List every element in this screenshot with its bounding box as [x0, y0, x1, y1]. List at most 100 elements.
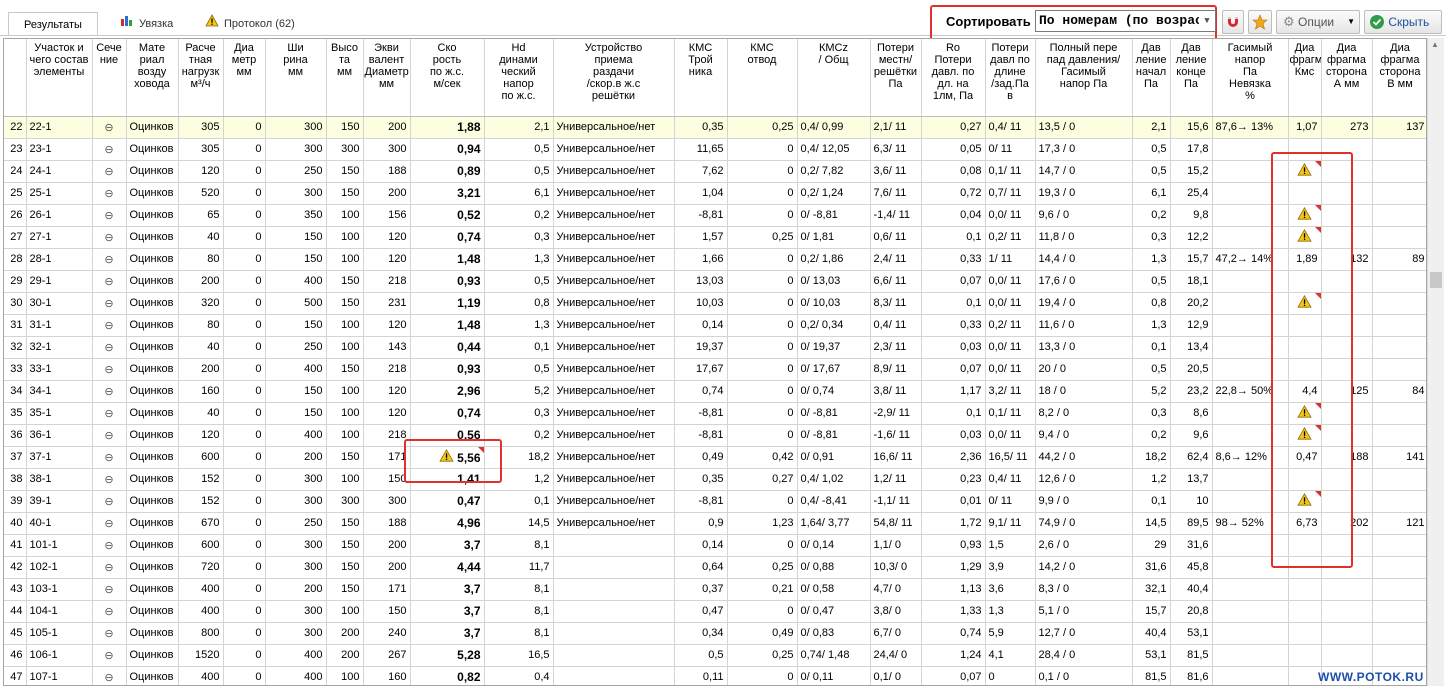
table-cell[interactable]: 1,89: [1288, 248, 1322, 271]
table-cell[interactable]: ⊖: [92, 490, 127, 513]
table-cell[interactable]: 100: [326, 424, 364, 447]
table-cell[interactable]: Оцинков: [126, 644, 179, 667]
table-cell[interactable]: 0,47: [410, 490, 485, 513]
scroll-up-icon[interactable]: ▲: [1431, 40, 1439, 49]
table-cell[interactable]: [1372, 644, 1426, 667]
table-cell[interactable]: Оцинков: [126, 600, 179, 623]
column-header[interactable]: Дав ление начал Па: [1132, 39, 1171, 117]
table-row[interactable]: 32 32-1 ⊖ Оцинков 40 0 250 100 143 0,44 0,1 Универс…: [4, 336, 1426, 359]
table-cell[interactable]: [553, 600, 675, 623]
table-cell[interactable]: Универсальное/нет: [553, 336, 675, 359]
table-cell[interactable]: [1372, 468, 1426, 491]
table-cell[interactable]: 800: [178, 622, 224, 645]
table-cell[interactable]: 0/ 0,91: [797, 446, 871, 469]
table-cell[interactable]: [1288, 468, 1322, 491]
table-cell[interactable]: [1321, 182, 1373, 205]
table-cell[interactable]: ⊖: [92, 556, 127, 579]
table-cell[interactable]: Универсальное/нет: [553, 270, 675, 293]
table-cell[interactable]: 32,1: [1132, 578, 1171, 601]
table-cell[interactable]: 0,2/ 0,34: [797, 314, 871, 337]
table-cell[interactable]: [1372, 292, 1426, 315]
table-cell[interactable]: 150: [326, 556, 364, 579]
table-cell[interactable]: 0,64: [674, 556, 728, 579]
table-cell[interactable]: 89: [1372, 248, 1426, 271]
table-cell[interactable]: 23,2: [1170, 380, 1213, 403]
table-cell[interactable]: [1372, 314, 1426, 337]
table-cell[interactable]: 29: [1132, 534, 1171, 557]
column-header[interactable]: Диа фрагма Кмс: [1288, 39, 1322, 117]
table-cell[interactable]: ⊖: [92, 292, 127, 315]
table-cell[interactable]: 7,62: [674, 160, 728, 183]
tab-linking[interactable]: Увязка: [110, 12, 183, 36]
table-cell[interactable]: 100: [326, 204, 364, 227]
table-cell[interactable]: 0/ -8,81: [797, 402, 871, 425]
table-cell[interactable]: 0,2: [484, 424, 554, 447]
table-cell[interactable]: 0: [727, 358, 798, 381]
table-row[interactable]: 40 40-1 ⊖ Оцинков 670 0 250 150 188 4,96 14,5 Униве…: [4, 512, 1426, 535]
table-cell[interactable]: [1212, 490, 1289, 513]
table-cell[interactable]: 300: [265, 622, 327, 645]
table-cell[interactable]: 150: [326, 182, 364, 205]
table-cell[interactable]: 26: [4, 204, 27, 227]
table-cell[interactable]: [1212, 270, 1289, 293]
table-cell[interactable]: [553, 666, 675, 685]
table-cell[interactable]: 171: [363, 446, 411, 469]
table-cell[interactable]: [1288, 490, 1322, 513]
table-cell[interactable]: 350: [265, 204, 327, 227]
table-cell[interactable]: 0,5: [1132, 160, 1171, 183]
table-cell[interactable]: 4,44: [410, 556, 485, 579]
table-cell[interactable]: 101-1: [26, 534, 93, 557]
table-row[interactable]: 35 35-1 ⊖ Оцинков 40 0 150 100 120 0,74 0,3 Универс…: [4, 402, 1426, 425]
table-row[interactable]: 27 27-1 ⊖ Оцинков 40 0 150 100 120 0,74 0,3 Универс…: [4, 226, 1426, 249]
table-cell[interactable]: 0,74: [674, 380, 728, 403]
table-cell[interactable]: [1372, 578, 1426, 601]
table-cell[interactable]: [1288, 402, 1322, 425]
table-cell[interactable]: 200: [363, 116, 411, 139]
table-cell[interactable]: 53,1: [1170, 622, 1213, 645]
table-cell[interactable]: 0,0/ 11: [985, 292, 1036, 315]
table-cell[interactable]: 36: [4, 424, 27, 447]
table-cell[interactable]: 0,5: [1132, 138, 1171, 161]
table-cell[interactable]: 9,4 / 0: [1035, 424, 1133, 447]
table-cell[interactable]: 0: [223, 292, 266, 315]
table-cell[interactable]: 1,72: [921, 512, 986, 535]
table-cell[interactable]: 3,9: [985, 556, 1036, 579]
table-cell[interactable]: 0,4/ 11: [985, 116, 1036, 139]
table-cell[interactable]: 0,1/ 11: [985, 160, 1036, 183]
column-header[interactable]: Ro Потери давл. по дл. на 1лм, Па: [921, 39, 986, 117]
table-cell[interactable]: [1321, 160, 1373, 183]
column-header[interactable]: Диа фрагма сторона В мм: [1372, 39, 1426, 117]
table-cell[interactable]: 14,5: [484, 512, 554, 535]
table-cell[interactable]: 0: [727, 138, 798, 161]
table-cell[interactable]: 18,1: [1170, 270, 1213, 293]
table-cell[interactable]: 19,37: [674, 336, 728, 359]
table-cell[interactable]: -8,81: [674, 402, 728, 425]
table-cell[interactable]: 28: [4, 248, 27, 271]
table-cell[interactable]: 0,1: [921, 402, 986, 425]
table-cell[interactable]: 0,08: [921, 160, 986, 183]
table-cell[interactable]: 1,2: [1132, 468, 1171, 491]
table-cell[interactable]: 200: [363, 556, 411, 579]
table-cell[interactable]: 0,5: [484, 138, 554, 161]
table-cell[interactable]: 0,21: [727, 578, 798, 601]
table-cell[interactable]: 0: [223, 336, 266, 359]
table-cell[interactable]: [1288, 424, 1322, 447]
table-cell[interactable]: Оцинков: [126, 116, 179, 139]
table-cell[interactable]: ⊖: [92, 248, 127, 271]
table-cell[interactable]: 273: [1321, 116, 1373, 139]
table-cell[interactable]: 11,7: [484, 556, 554, 579]
table-cell[interactable]: 0,2: [1132, 424, 1171, 447]
table-cell[interactable]: [1212, 138, 1289, 161]
column-header[interactable]: Сече ние: [92, 39, 127, 117]
table-cell[interactable]: 120: [363, 314, 411, 337]
table-cell[interactable]: 0,4: [484, 666, 554, 685]
table-cell[interactable]: 22,8→ 50%: [1212, 380, 1289, 403]
table-cell[interactable]: 13,03: [674, 270, 728, 293]
table-cell[interactable]: 141: [1372, 446, 1426, 469]
table-cell[interactable]: 0: [223, 446, 266, 469]
table-cell[interactable]: 0,89: [410, 160, 485, 183]
table-cell[interactable]: 6,6/ 11: [870, 270, 922, 293]
table-cell[interactable]: 37: [4, 446, 27, 469]
table-cell[interactable]: 150: [363, 600, 411, 623]
table-cell[interactable]: 200: [363, 182, 411, 205]
